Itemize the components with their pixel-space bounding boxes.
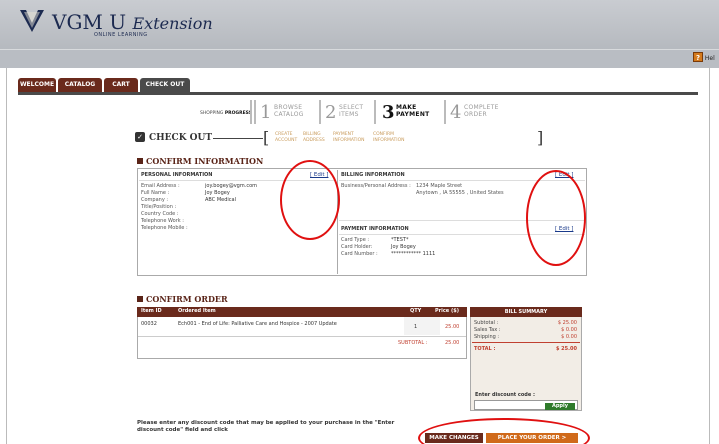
tab-checkout[interactable]: CHECK OUT: [140, 78, 190, 92]
tab-catalog[interactable]: CATALOG: [58, 78, 102, 92]
annotation-circle: [526, 170, 586, 266]
cell-item-id: 00032: [141, 321, 157, 327]
confirm-information-title: CONFIRM INFORMATION: [137, 156, 263, 166]
checkout-step-payment: PAYMENT INFORMATION: [333, 132, 365, 143]
divider: [472, 342, 580, 343]
field-card-holder: Card Holder: Joy Bogey: [341, 244, 416, 250]
summary-tax: $ 0.00: [561, 327, 577, 333]
subtotal-label: SUBTOTAL :: [398, 340, 428, 346]
summary-total: $ 25.00: [555, 346, 577, 352]
summary-shipping-label: Shipping :: [474, 334, 500, 340]
help-button[interactable]: ? Hel: [693, 52, 719, 65]
field-billing-address: 1234 Maple Street Anytown , IA 55555 , Un…: [416, 183, 504, 196]
summary-subtotal: $ 25.00: [557, 320, 577, 326]
help-strip: [0, 49, 719, 68]
col-price: Price ($): [435, 308, 459, 314]
apply-button[interactable]: Apply: [545, 403, 575, 410]
bracket-open: [: [263, 128, 270, 147]
progress-divider: [444, 100, 446, 124]
qty-cell-bg: [404, 317, 440, 335]
tab-welcome[interactable]: WELCOME: [18, 78, 56, 92]
col-qty: QTY: [410, 308, 422, 314]
field-country-code: Country Code :: [141, 211, 179, 217]
summary-subtotal-label: Subtotal :: [474, 320, 499, 326]
cell-qty: 1: [414, 324, 418, 330]
tab-underline: [18, 92, 698, 95]
summary-tax-label: Sales Tax :: [474, 327, 501, 333]
tab-cart[interactable]: CART: [104, 78, 138, 92]
field-email: Email Address : joy.bogey@vgm.com: [141, 183, 257, 189]
col-item-id: Item ID: [141, 308, 162, 314]
discount-label: Enter discount code :: [475, 392, 535, 398]
payment-info-heading: PAYMENT INFORMATION: [341, 226, 409, 232]
progress-divider: [319, 100, 321, 124]
summary-total-label: TOTAL :: [474, 346, 496, 352]
field-company: Company : ABC Medical: [141, 197, 236, 203]
cell-ordered-item: Ech001 - End of Life: Palliative Care an…: [178, 321, 337, 327]
cell-price: 25.00: [445, 324, 460, 330]
field-title: Title/Position :: [141, 204, 177, 210]
field-card-type: Card Type : *TEST*: [341, 237, 409, 243]
checkout-line: [213, 138, 263, 139]
logo-icon: [20, 10, 44, 32]
logo-subtitle: ONLINE LEARNING: [94, 32, 148, 38]
field-telephone-work: Telephone Work :: [141, 218, 184, 224]
billing-info-heading: BILLING INFORMATION: [341, 172, 405, 178]
summary-shipping: $ 0.00: [561, 334, 577, 340]
checkout-step-billing: BILLING ADDRESS: [303, 132, 325, 143]
checkout-icon: ✓: [135, 132, 145, 142]
col-ordered-item: Ordered Item: [178, 308, 216, 314]
progress-divider: [374, 100, 376, 124]
bill-summary-heading: BILL SUMMARY: [470, 307, 582, 317]
annotation-circle: [280, 160, 340, 240]
checkout-title: CHECK OUT: [149, 133, 213, 143]
progress-divider: [254, 100, 256, 124]
confirm-order-title: CONFIRM ORDER: [137, 294, 228, 304]
shopping-progress: SHOPPING PROGRESS 1 BROWSE CATALOG 2 SELE…: [200, 100, 499, 124]
field-telephone-mobile: Telephone Mobile :: [141, 225, 188, 231]
checkout-bar: ✓ CHECK OUT [ CREATE ACCOUNT BILLING ADDRE…: [135, 128, 555, 152]
discount-note: Please enter any discount code that may …: [137, 420, 395, 433]
checkout-step-confirm: CONFIRM INFORMATION: [373, 132, 405, 143]
bracket-close: ]: [537, 128, 544, 147]
personal-info-heading: PERSONAL INFORMATION: [141, 172, 213, 178]
field-billing-address-label: Business/Personal Address :: [341, 183, 411, 189]
progress-divider: [250, 100, 252, 124]
progress-label: SHOPPING PROGRESS: [200, 111, 252, 116]
field-card-number: Card Number : ************ 1111: [341, 251, 436, 257]
field-full-name: Full Name : Joy Bogey: [141, 190, 230, 196]
logo-title: VGM U Extension: [52, 10, 213, 34]
checkout-step-account: CREATE ACCOUNT: [275, 132, 298, 143]
divider: [138, 336, 466, 337]
help-icon: ?: [693, 52, 703, 62]
subtotal-value: 25.00: [445, 340, 460, 346]
